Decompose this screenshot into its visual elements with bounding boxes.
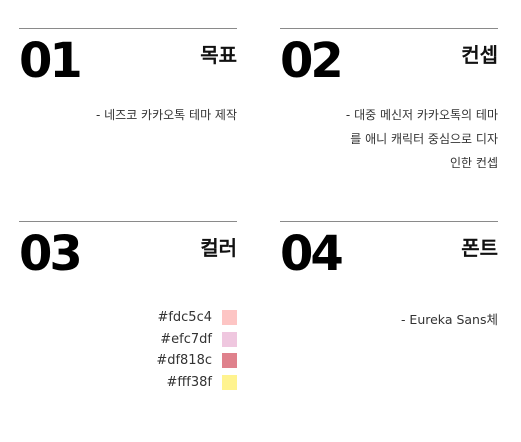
color-swatch bbox=[222, 374, 237, 390]
section-title: 컬러 bbox=[200, 236, 237, 260]
color-row: #fdc5c4 bbox=[19, 307, 237, 329]
color-row: #efc7df bbox=[19, 329, 237, 351]
color-row: #fff38f bbox=[19, 372, 237, 394]
section-goal: 01 목표 - 네즈코 카카오톡 테마 제작 bbox=[19, 28, 237, 127]
color-row: #df818c bbox=[19, 350, 237, 372]
color-palette: #fdc5c4 #efc7df #df818c #fff38f bbox=[19, 307, 237, 393]
section-color: 03 컬러 #fdc5c4 #efc7df #df818c #fff38f bbox=[19, 221, 237, 393]
section-title: 폰트 bbox=[461, 236, 498, 260]
description-line: - Eureka Sans체 bbox=[400, 312, 498, 327]
section-title: 목표 bbox=[200, 43, 237, 67]
section-concept: 02 컨셉 - 대중 메신저 카카오톡의 테마 를 애니 캐릭터 중심으로 디자… bbox=[280, 28, 498, 175]
section-description: - 네즈코 카카오톡 테마 제작 bbox=[19, 103, 237, 127]
color-code: #fdc5c4 bbox=[157, 310, 212, 326]
section-number: 04 bbox=[280, 226, 344, 282]
description-line: 를 애니 캐릭터 중심으로 디자 bbox=[350, 132, 498, 146]
section-title: 컨셉 bbox=[461, 43, 498, 67]
section-description: - 대중 메신저 카카오톡의 테마 를 애니 캐릭터 중심으로 디자 인한 컨셉 bbox=[280, 103, 498, 175]
section-font: 04 폰트 - Eureka Sans체 bbox=[280, 221, 498, 332]
section-description: - Eureka Sans체 bbox=[280, 308, 498, 332]
description-line: - 네즈코 카카오톡 테마 제작 bbox=[95, 108, 237, 122]
section-number: 01 bbox=[19, 33, 83, 89]
color-swatch bbox=[222, 353, 237, 369]
color-swatch bbox=[222, 331, 237, 347]
color-code: #efc7df bbox=[160, 331, 212, 347]
section-number: 03 bbox=[19, 226, 83, 282]
section-number: 02 bbox=[280, 33, 344, 89]
description-line: - 대중 메신저 카카오톡의 테마 bbox=[345, 108, 498, 122]
description-line: 인한 컨셉 bbox=[450, 156, 498, 170]
color-code: #df818c bbox=[156, 353, 212, 369]
color-swatch bbox=[222, 310, 237, 326]
color-code: #fff38f bbox=[166, 374, 212, 390]
